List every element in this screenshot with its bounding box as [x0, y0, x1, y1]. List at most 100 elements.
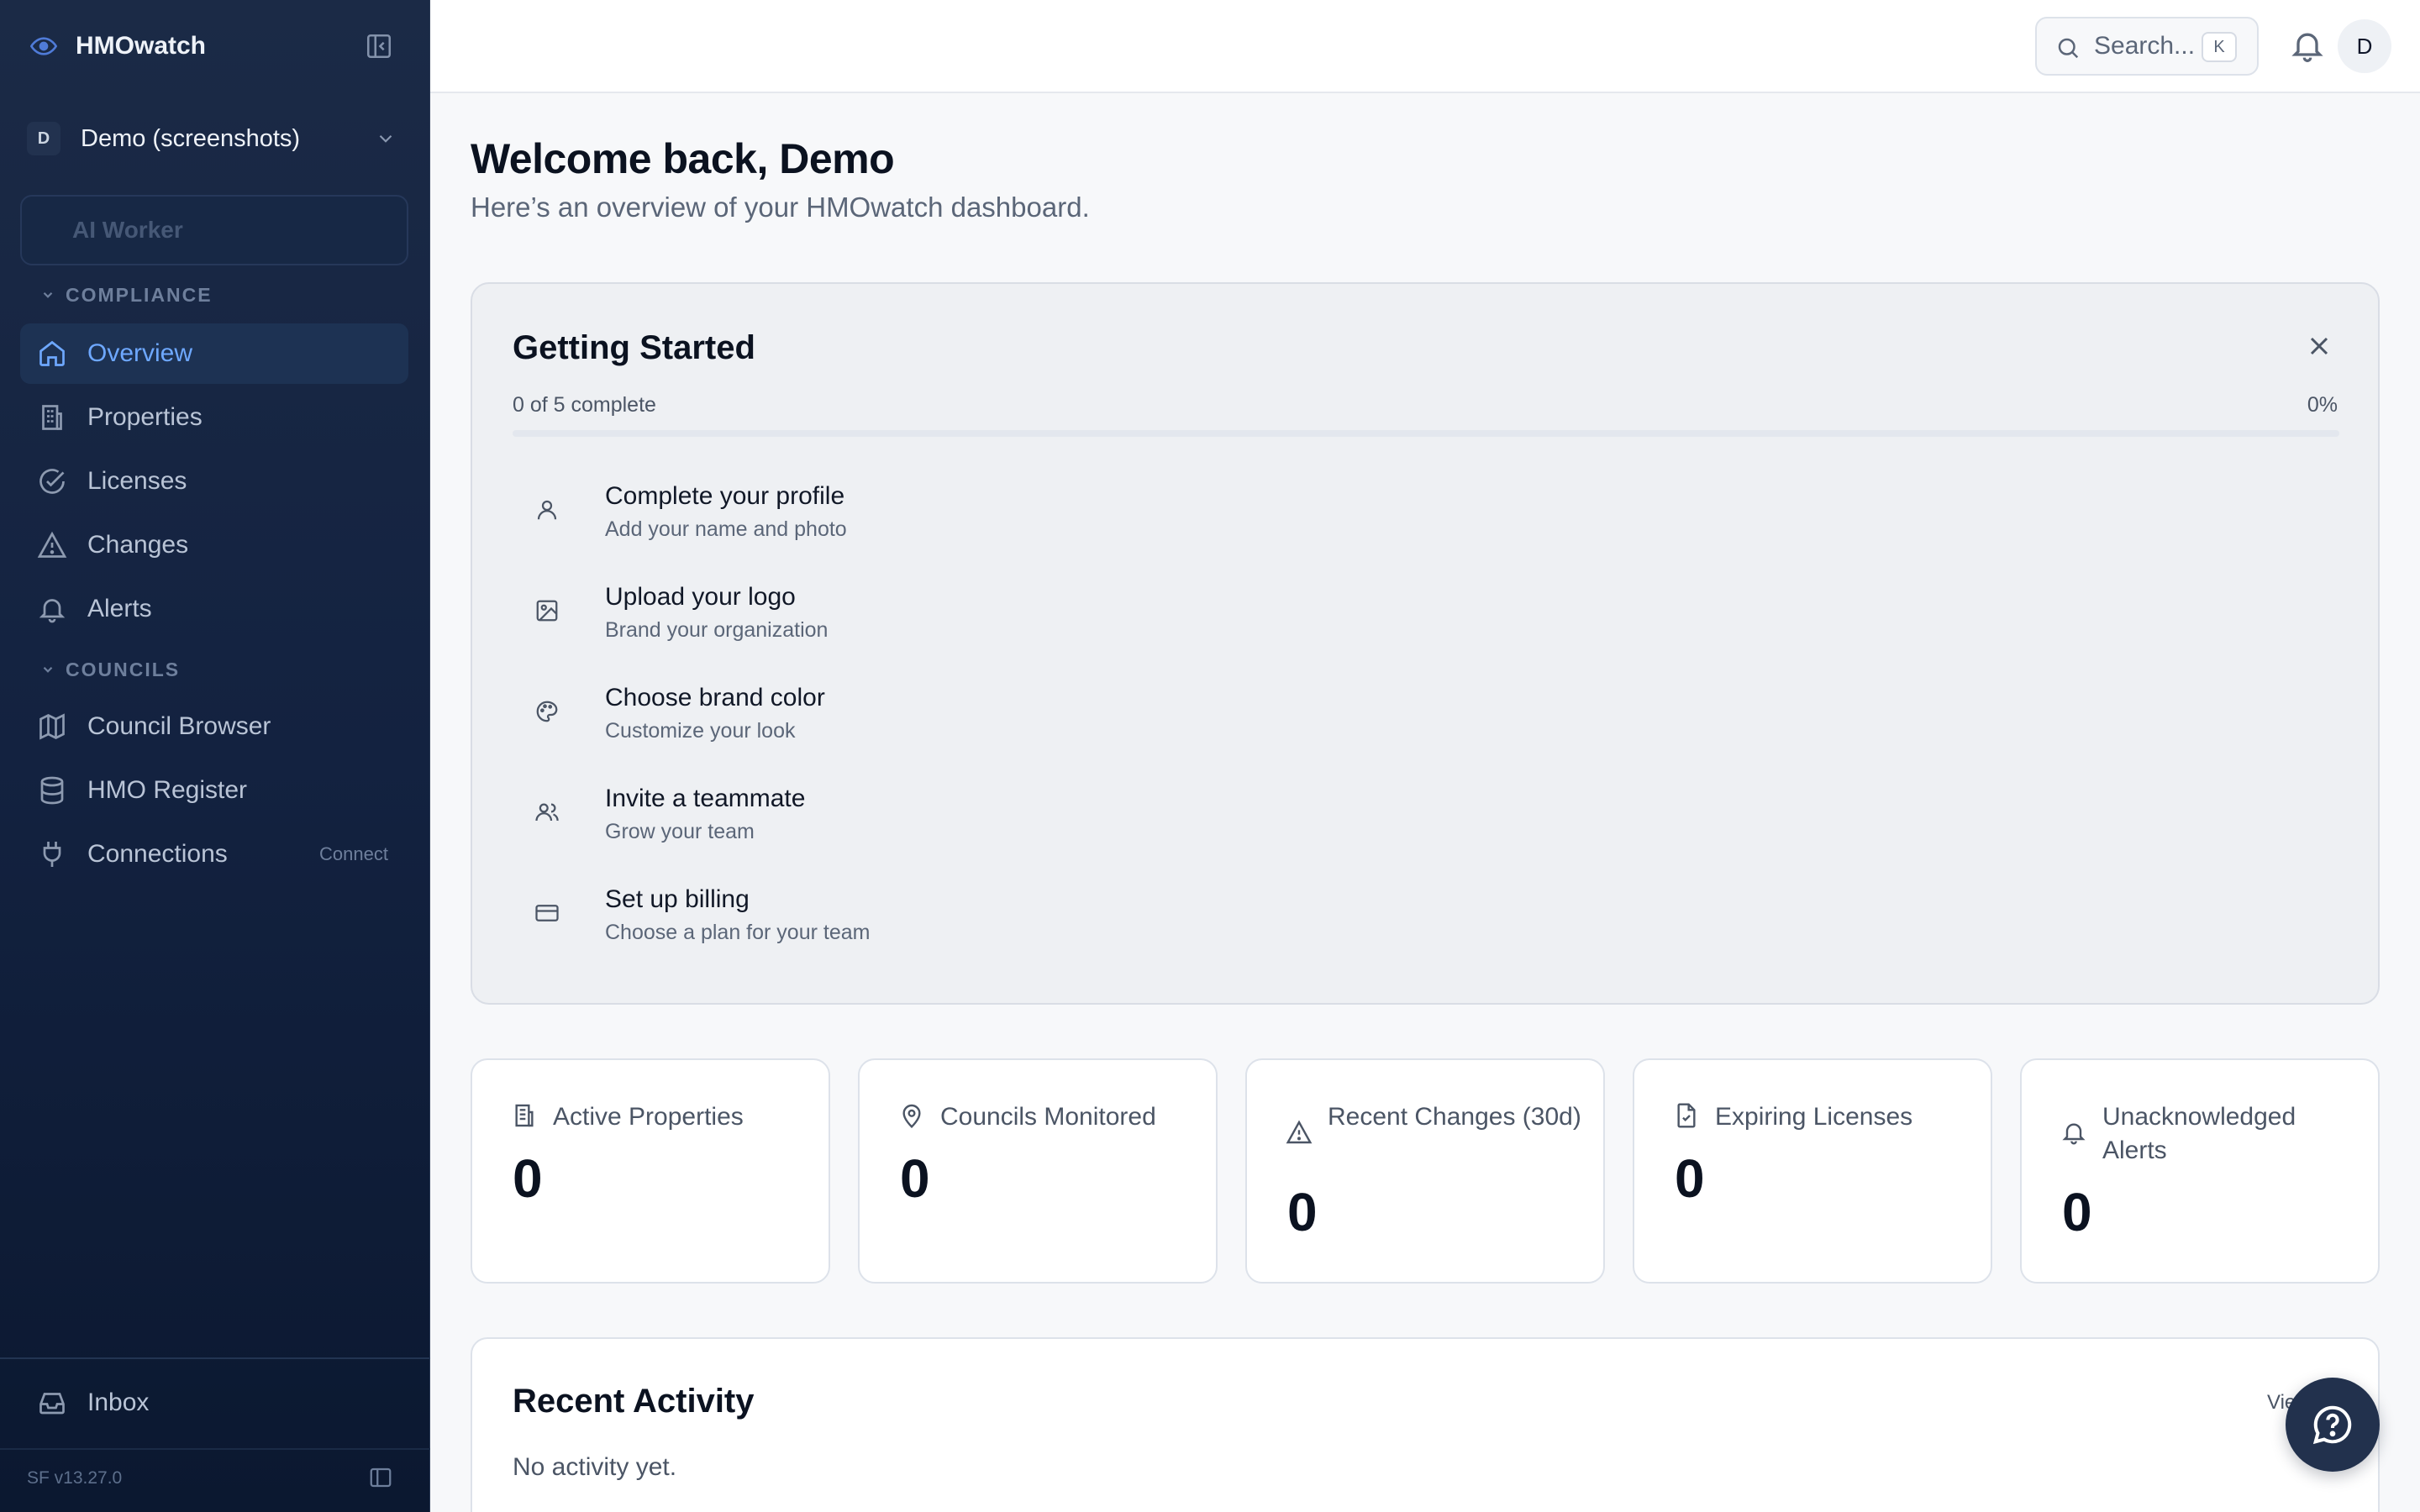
sidebar-item-overview[interactable]: Overview: [20, 323, 408, 384]
section-title: COUNCILS: [66, 658, 181, 680]
task-upload-logo[interactable]: Upload your logo Brand your organization: [513, 573, 1521, 657]
stat-label: Councils Monitored: [940, 1103, 1156, 1131]
stat-value: 0: [900, 1148, 930, 1209]
section-councils[interactable]: COUNCILS: [40, 657, 180, 682]
sidebar-item-connections[interactable]: Connections Connect: [20, 824, 408, 885]
eye-logo-icon: [27, 29, 60, 63]
task-title: Set up billing: [605, 885, 750, 913]
credit-card-icon: [534, 900, 563, 929]
sidebar: HMOwatch D Demo (screenshots) AI Worker …: [0, 0, 430, 1512]
task-complete-profile[interactable]: Complete your profile Add your name and …: [513, 472, 1521, 556]
task-setup-billing[interactable]: Set up billing Choose a plan for your te…: [513, 875, 1521, 959]
task-invite-teammate[interactable]: Invite a teammate Grow your team: [513, 774, 1521, 858]
stat-label: Recent Changes (30d): [1328, 1103, 1581, 1131]
bell-icon: [37, 594, 67, 624]
org-initial: D: [27, 122, 60, 155]
file-check-icon: [1673, 1102, 1702, 1131]
getting-started-title: Getting Started: [513, 329, 755, 366]
sidebar-item-label: Changes: [87, 531, 189, 559]
stat-card-councils-monitored[interactable]: Councils Monitored 0: [858, 1058, 1218, 1284]
sidebar-item-properties[interactable]: Properties: [20, 387, 408, 448]
page-title: Welcome back, Demo: [471, 135, 895, 182]
map-pin-icon: [898, 1102, 927, 1131]
progress-percent: 0%: [2307, 393, 2338, 417]
chevron-down-icon: [43, 666, 53, 673]
task-subtitle: Add your name and photo: [605, 517, 847, 541]
sidebar-item-licenses[interactable]: Licenses: [20, 451, 408, 512]
sidebar-item-council-browser[interactable]: Council Browser: [20, 696, 408, 757]
sidebar-item-label: Properties: [87, 403, 203, 431]
task-subtitle: Brand your organization: [605, 618, 829, 642]
user-avatar[interactable]: D: [2338, 19, 2391, 73]
database-icon: [37, 775, 67, 806]
sidebar-item-hmo-register[interactable]: HMO Register: [20, 760, 408, 821]
stat-value: 0: [1675, 1148, 1705, 1209]
image-icon: [534, 598, 563, 627]
building-icon: [37, 402, 67, 433]
plug-icon: [37, 839, 67, 869]
sidebar-divider: [0, 1357, 430, 1359]
bell-icon: [2060, 1119, 2089, 1147]
connect-link[interactable]: Connect: [319, 843, 388, 865]
stat-value: 0: [2062, 1182, 2092, 1242]
palette-icon: [534, 699, 563, 727]
inbox-icon: [37, 1388, 67, 1418]
recent-activity-title: Recent Activity: [513, 1383, 755, 1420]
search-placeholder: Search...: [2094, 32, 2196, 60]
progress-bar: [513, 430, 2339, 437]
stat-value: 0: [513, 1148, 543, 1209]
task-title: Upload your logo: [605, 583, 796, 611]
ai-worker-button[interactable]: AI Worker: [20, 195, 408, 265]
sidebar-item-label: Licenses: [87, 467, 187, 495]
task-subtitle: Customize your look: [605, 719, 796, 743]
sidebar-item-changes[interactable]: Changes: [20, 515, 408, 575]
map-icon: [37, 711, 67, 742]
empty-state-text: No activity yet.: [513, 1453, 677, 1481]
stat-label: Active Properties: [553, 1103, 744, 1131]
task-brand-color[interactable]: Choose brand color Customize your look: [513, 674, 1521, 758]
help-chat-button[interactable]: [2286, 1378, 2380, 1472]
sidebar-item-inbox[interactable]: Inbox: [20, 1373, 408, 1433]
notifications-bell-icon[interactable]: [2289, 27, 2328, 66]
panel-toggle-icon[interactable]: [368, 1465, 397, 1494]
org-switcher[interactable]: D Demo (screenshots): [20, 109, 410, 168]
task-title: Invite a teammate: [605, 785, 806, 812]
version-label: SF v13.27.0: [27, 1468, 123, 1488]
progress-count: 0 of 5 complete: [513, 393, 656, 417]
sidebar-item-label: HMO Register: [87, 776, 248, 804]
help-chat-icon: [2312, 1405, 2352, 1445]
user-icon: [534, 497, 563, 526]
stat-card-unacknowledged-alerts[interactable]: Unacknowledged Alerts 0: [2020, 1058, 2380, 1284]
chevron-down-icon: [375, 128, 397, 154]
home-icon: [37, 339, 67, 369]
warning-icon: [1286, 1119, 1314, 1147]
sidebar-item-alerts[interactable]: Alerts: [20, 579, 408, 639]
search-box[interactable]: Search... K: [2035, 17, 2259, 76]
task-subtitle: Grow your team: [605, 820, 755, 843]
check-circle-icon: [37, 466, 67, 496]
building-icon: [511, 1102, 539, 1131]
page-subtitle: Here’s an overview of your HMOwatch dash…: [471, 192, 1090, 223]
sidebar-item-label: Inbox: [87, 1389, 150, 1416]
task-title: Choose brand color: [605, 684, 825, 711]
stat-card-active-properties[interactable]: Active Properties 0: [471, 1058, 830, 1284]
brand[interactable]: HMOwatch: [27, 25, 206, 67]
getting-started-card: Getting Started 0 of 5 complete 0% Compl…: [471, 282, 2380, 1005]
topbar: Search... K D: [430, 0, 2420, 93]
collapse-sidebar-icon[interactable]: [365, 32, 397, 62]
task-title: Complete your profile: [605, 482, 845, 510]
close-icon[interactable]: [2304, 331, 2338, 365]
users-icon: [534, 800, 563, 828]
sidebar-item-label: Council Browser: [87, 712, 271, 740]
stat-label: Expiring Licenses: [1715, 1103, 1913, 1131]
sidebar-item-label: Alerts: [87, 595, 152, 622]
warning-icon: [37, 530, 67, 560]
stat-value: 0: [1287, 1182, 1318, 1242]
sidebar-item-label: Connections: [87, 840, 228, 868]
section-compliance[interactable]: COMPLIANCE: [40, 282, 213, 307]
sidebar-item-label: Overview: [87, 339, 193, 367]
recent-activity-card: Recent Activity View all No activity yet…: [471, 1337, 2380, 1512]
section-title: COMPLIANCE: [66, 283, 213, 306]
stat-card-recent-changes[interactable]: Recent Changes (30d) 0: [1245, 1058, 1605, 1284]
stat-card-expiring-licenses[interactable]: Expiring Licenses 0: [1633, 1058, 1992, 1284]
